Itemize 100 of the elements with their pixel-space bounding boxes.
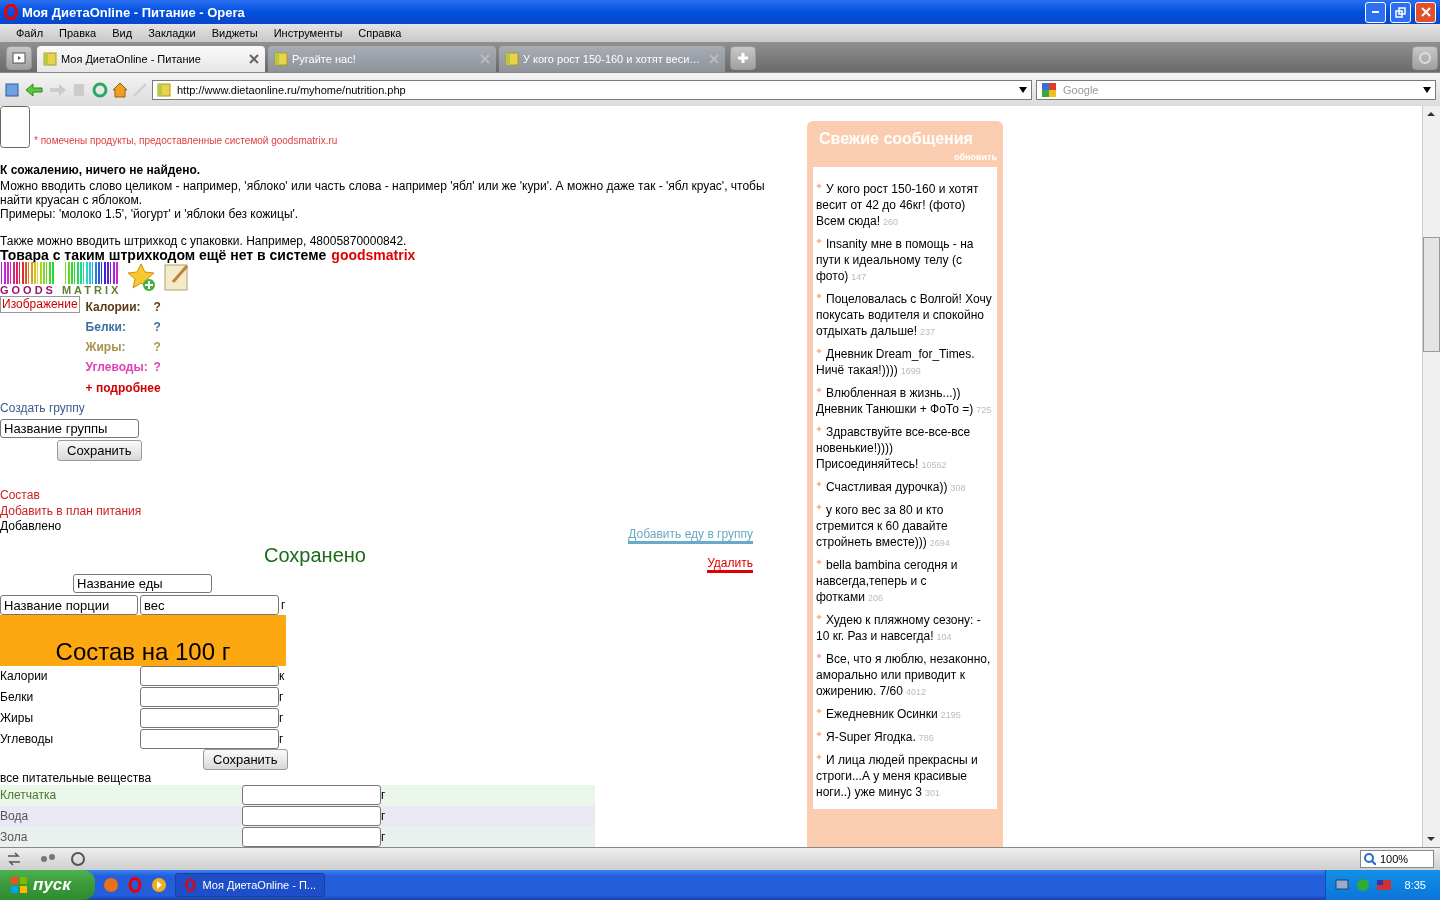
image-alt-text: Изображение xyxy=(2,297,78,312)
nutrient-value: ? xyxy=(153,360,161,375)
macro-label: Углеводы xyxy=(0,731,55,746)
menu-item[interactable]: Правка xyxy=(51,27,105,39)
home-icon[interactable] xyxy=(112,81,128,98)
all-nutrients-label: все питательные вещества xyxy=(0,770,153,785)
google-logo-icon xyxy=(1041,81,1057,98)
food-name-input[interactable]: Название еды xyxy=(73,574,212,594)
address-field[interactable]: http://www.dietaonline.ru/myhome/nutrition.php xyxy=(152,79,1032,100)
nutrient-input[interactable] xyxy=(242,826,381,847)
post-link[interactable]: Ежедневник Осинки 2195 xyxy=(815,702,995,725)
post-link[interactable]: Худею к пляжному сезону: - 10 кг. Раз и навсегда! 104 xyxy=(815,608,995,647)
flag-icon[interactable] xyxy=(1375,877,1392,893)
close-icon[interactable] xyxy=(249,54,259,64)
page-icon xyxy=(505,52,519,66)
menu-item[interactable]: Виджеты xyxy=(203,27,266,39)
menu-item[interactable]: Файл xyxy=(8,27,52,39)
sidebar-title: Свежие сообщения xyxy=(818,129,974,149)
bullet-icon xyxy=(816,481,822,487)
post-link[interactable]: bella bambina сегодня и навсегда,теперь и с фотками 206 xyxy=(815,553,995,608)
post-link[interactable]: Здравствуйте все-все-все новенькие!)))) Присоединяйтесь! 10562 xyxy=(815,420,995,475)
star-plus-icon[interactable] xyxy=(127,262,158,293)
portion-name-input[interactable]: Название порции xyxy=(0,595,138,616)
nutrient-input[interactable] xyxy=(242,805,381,826)
media-player-icon[interactable] xyxy=(151,877,167,893)
nutrient-input[interactable] xyxy=(242,785,381,806)
text-link[interactable]: Добавить в план питания xyxy=(0,503,142,520)
taskbar-window-button[interactable]: Моя ДиетаOnline - П... xyxy=(175,873,325,897)
post-link[interactable]: Поцеловалась с Волгой! Хочу покусать водителя и спокойно отдыхать дальше! 237 xyxy=(815,287,995,342)
menu-item[interactable]: Инструменты xyxy=(265,27,351,39)
scroll-thumb[interactable] xyxy=(1423,237,1440,352)
post-link[interactable]: у кого вес за 80 и кто стремится к 60 давайте стройнеть вместе))) 2694 xyxy=(815,498,995,553)
post-link[interactable]: Все, что я люблю, незаконно, аморально или приводит к ожирению. 7/60 4012 xyxy=(815,647,995,702)
unit-label: г xyxy=(279,710,284,725)
plus-icon xyxy=(737,52,749,64)
nutrient-label: Жиры: xyxy=(85,340,127,355)
page-icon xyxy=(274,52,288,66)
dropdown-caret-icon xyxy=(1423,86,1431,93)
bullet-icon xyxy=(816,238,822,244)
saved-message: Сохранено xyxy=(263,543,367,568)
unit-label: г xyxy=(279,690,284,705)
close-button[interactable] xyxy=(1415,1,1436,23)
minimize-icon xyxy=(1372,11,1379,13)
post-link[interactable]: Я-Super Ягодка. 786 xyxy=(815,725,995,748)
nutrient-label: Углеводы: xyxy=(85,360,149,375)
minimize-button[interactable] xyxy=(1365,1,1386,23)
text-link[interactable]: Состав xyxy=(0,487,40,504)
menu-item[interactable]: Вид xyxy=(104,27,141,39)
more-link[interactable]: + подробнее xyxy=(85,380,161,397)
macro-label: Белки xyxy=(0,690,35,705)
macro-input[interactable] xyxy=(140,687,279,708)
nutrient-value: ? xyxy=(153,340,161,355)
page-icon xyxy=(43,52,57,66)
logo-text: MATRIX xyxy=(61,284,122,297)
scrollbar[interactable] xyxy=(1422,106,1440,847)
bullet-icon xyxy=(816,387,822,393)
group-name-input[interactable]: Название группы xyxy=(0,419,139,438)
bullet-icon xyxy=(816,426,822,432)
nutrient-name: Вода xyxy=(0,808,30,823)
unit-label: г xyxy=(381,788,386,803)
windows-logo-icon xyxy=(10,876,28,894)
save-button[interactable]: Сохранить xyxy=(203,748,288,770)
opera-icon xyxy=(184,878,197,892)
menu-item[interactable]: Справка xyxy=(350,27,410,39)
magnifier-icon xyxy=(1364,853,1376,865)
post-link[interactable]: Insanity мне в помощь - на пути к идеальному телу (с фото) 147 xyxy=(815,232,995,287)
panel-icon xyxy=(12,52,26,64)
post-link[interactable]: Влюбленная в жизнь...)) Дневник Танюшки + ФоТо =) 725 xyxy=(815,381,995,420)
back-arrow-icon[interactable] xyxy=(24,81,44,98)
bullet-icon xyxy=(816,708,822,714)
restore-button[interactable] xyxy=(1390,1,1411,23)
bullet-icon xyxy=(816,653,822,659)
panel-toggle-button[interactable] xyxy=(6,46,32,70)
macro-input[interactable] xyxy=(140,707,279,728)
dropdown-caret-icon xyxy=(1019,86,1027,93)
new-tab-button[interactable] xyxy=(730,46,756,70)
composition-banner: Состав на 100 г xyxy=(0,615,286,667)
delete-link[interactable]: Удалить xyxy=(707,556,753,574)
unit-label: г xyxy=(381,829,386,844)
bullet-icon xyxy=(816,559,822,565)
post-link[interactable]: У кого рост 150-160 и хотят весит от 42 до 46кг! (фото) Всем сюда! 260 xyxy=(815,177,995,232)
menu-item[interactable]: Закладки xyxy=(140,27,204,39)
create-group-link[interactable]: Создать группу xyxy=(0,400,85,416)
nutrient-value: ? xyxy=(153,320,161,335)
save-button[interactable]: Сохранить xyxy=(57,439,142,461)
bullet-icon xyxy=(816,754,822,760)
post-link[interactable]: Дневник Dream_for_Times. Ничё такая!)))) 1699 xyxy=(815,342,995,381)
weight-input[interactable]: вес xyxy=(140,595,279,616)
post-link[interactable]: Счастливая дурочка)) 308 xyxy=(815,475,995,498)
nutrient-value: ? xyxy=(153,300,161,315)
zoom-control[interactable]: 100% xyxy=(1360,850,1434,868)
post-link[interactable]: И лица людей прекрасны и строги...А у меня красивые ноги..) уже минус 3 301 xyxy=(815,748,995,803)
macro-input[interactable] xyxy=(140,666,279,687)
browser-tab[interactable]: Моя ДиетаOnline - Питание xyxy=(37,46,265,72)
macro-input[interactable] xyxy=(140,728,279,749)
start-button[interactable]: пуск xyxy=(0,870,95,900)
nutrient-label: Белки: xyxy=(85,320,127,335)
note-text: * помечены продукты, предоставленные системой goodsmatrix.ru xyxy=(34,134,338,148)
macro-label: Калории xyxy=(0,669,49,684)
nutrient-name: Зола xyxy=(0,829,29,844)
